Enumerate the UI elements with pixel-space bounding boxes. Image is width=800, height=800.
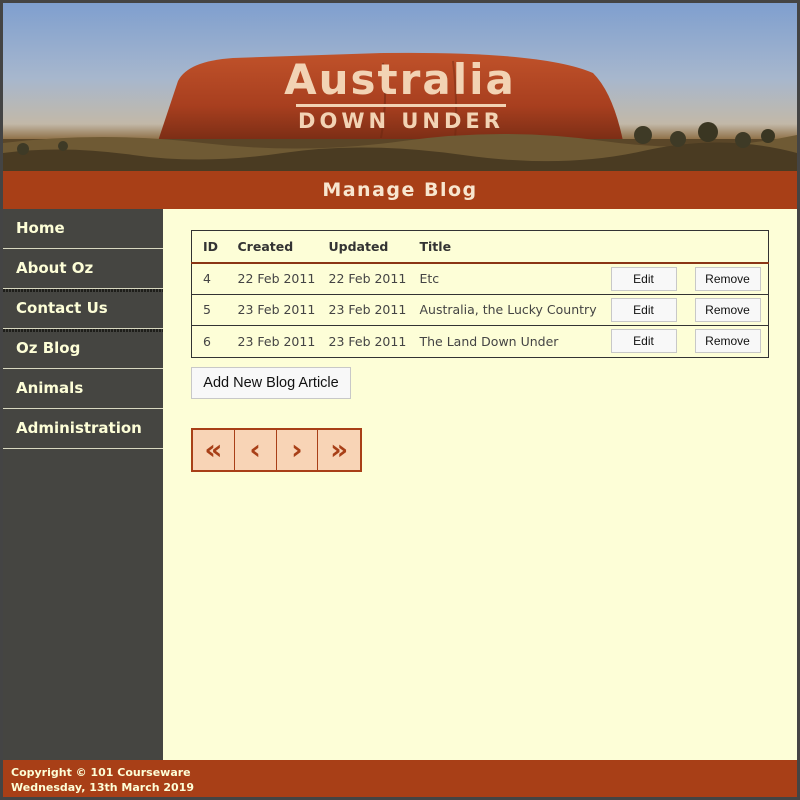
cell-created: 22 Feb 2011 [226,262,318,295]
sidebar-item-administration[interactable]: Administration [3,409,163,449]
sidebar-item-animals[interactable]: Animals [3,369,163,409]
table-row: 6 23 Feb 2011 23 Feb 2011 The Land Down … [191,325,769,357]
previous-page-button[interactable]: ‹ [235,430,277,470]
sidebar-nav: Home About Oz Contact Us Oz Blog Animals… [3,209,163,760]
site-subtitle: DOWN UNDER [298,109,504,133]
footer-copyright: Copyright © 101 Courseware [11,766,191,779]
edit-button[interactable]: Edit [610,329,677,354]
cell-edit: Edit [599,294,684,326]
cell-created: 23 Feb 2011 [226,325,318,357]
sidebar-item-contact-us[interactable]: Contact Us [3,289,163,332]
sidebar-item-about-oz[interactable]: About Oz [3,249,163,292]
site-subtitle-wrapper: DOWN UNDER [296,104,506,133]
cell-updated: 22 Feb 2011 [317,262,409,295]
blog-table: ID Created Updated Title 4 22 Feb 2011 2… [191,230,769,358]
next-page-button[interactable]: › [277,430,319,470]
header-banner: Australia DOWN UNDER [3,3,797,171]
table-row: 4 22 Feb 2011 22 Feb 2011 Etc Edit Remov… [191,262,769,295]
cell-id: 5 [191,294,227,326]
remove-button[interactable]: Remove [694,329,761,354]
cell-title: Australia, the Lucky Country [408,294,600,326]
page-frame: Australia DOWN UNDER Manage Blog Home Ab… [0,0,800,800]
footer-date: Wednesday, 13th March 2019 [11,781,195,794]
main-content: ID Created Updated Title 4 22 Feb 2011 2… [163,209,797,760]
cell-updated: 23 Feb 2011 [317,325,409,357]
cell-title: Etc [408,262,600,295]
table-row: 5 23 Feb 2011 23 Feb 2011 Australia, the… [191,294,769,326]
column-header-edit [599,230,684,264]
cell-remove: Remove [683,325,769,357]
add-new-blog-article-button[interactable]: Add New Blog Article [191,367,351,399]
cell-edit: Edit [599,325,684,357]
page-title: Manage Blog [322,179,478,201]
site-title: Australia [284,55,516,104]
sidebar-item-oz-blog[interactable]: Oz Blog [3,329,163,369]
cell-id: 4 [191,262,227,295]
remove-button[interactable]: Remove [694,266,761,291]
column-header-title: Title [408,230,600,264]
cell-updated: 23 Feb 2011 [317,294,409,326]
column-header-id: ID [191,230,227,264]
pagination: « ‹ › » [191,428,362,472]
column-header-created: Created [226,230,318,264]
column-header-updated: Updated [317,230,409,264]
sidebar-item-home[interactable]: Home [3,209,163,249]
cell-remove: Remove [683,262,769,295]
last-page-button[interactable]: » [318,430,360,470]
footer: Copyright © 101 Courseware Wednesday, 13… [3,760,797,797]
table-header-row: ID Created Updated Title [191,230,769,264]
cell-remove: Remove [683,294,769,326]
edit-button[interactable]: Edit [610,297,677,322]
cell-id: 6 [191,325,227,357]
cell-created: 23 Feb 2011 [226,294,318,326]
first-page-button[interactable]: « [193,430,235,470]
page-heading-bar: Manage Blog [3,171,797,209]
column-header-remove [683,230,769,264]
cell-title: The Land Down Under [408,325,600,357]
remove-button[interactable]: Remove [694,297,761,322]
edit-button[interactable]: Edit [610,266,677,291]
cell-edit: Edit [599,262,684,295]
